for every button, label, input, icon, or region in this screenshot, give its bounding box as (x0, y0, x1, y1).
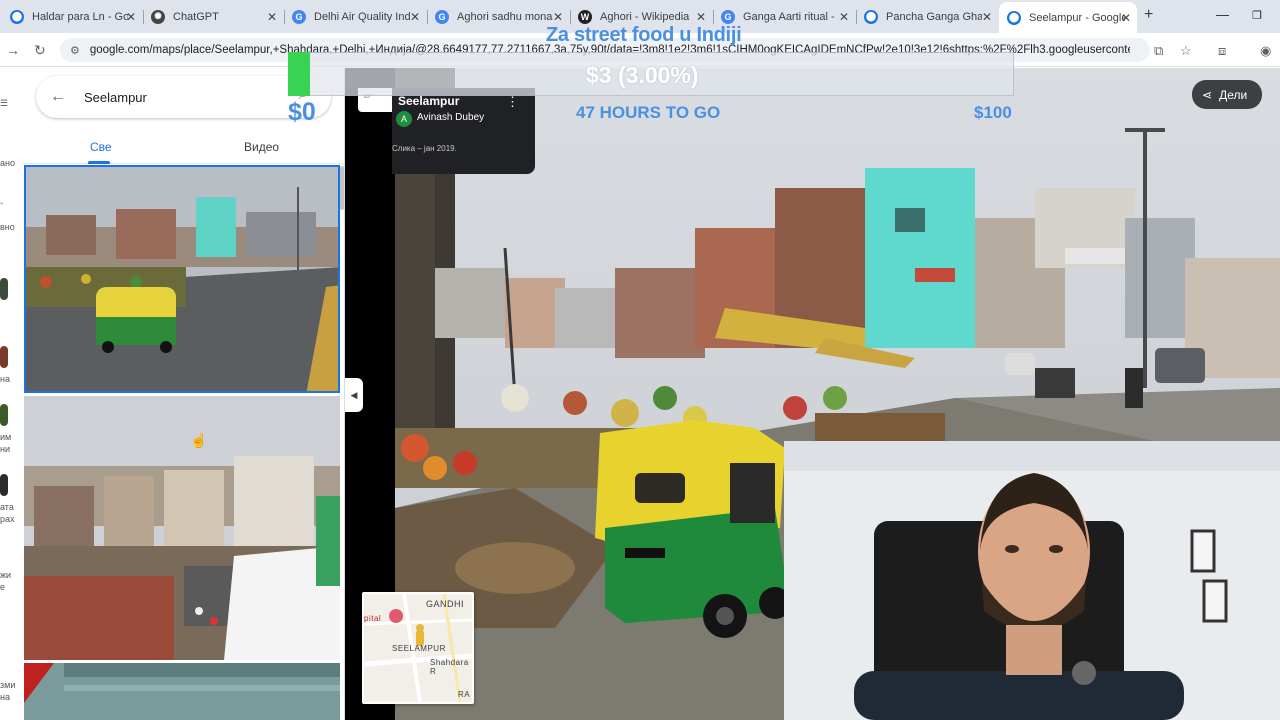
chatgpt-icon: ✺ (151, 9, 165, 24)
place-name[interactable]: Seelampur (398, 94, 459, 108)
goal-amount: $100 (974, 103, 1012, 122)
tab-title: Ganga Aarti ritual - (743, 10, 835, 23)
edge-thumbnail[interactable] (0, 474, 8, 496)
edge-thumbnail[interactable] (0, 404, 8, 426)
tab-title: Pancha Ganga Ghat (886, 10, 982, 23)
browser-tab-active[interactable]: ⬤ Seelampur - Google ✕ (999, 2, 1137, 33)
extensions-icon[interactable]: ⧈ (1218, 43, 1226, 59)
search-input[interactable]: Seelampur (84, 90, 147, 105)
map-label: RA (458, 690, 471, 699)
share-button[interactable]: ⋖ Дели (1192, 80, 1262, 109)
back-arrow-icon[interactable]: ← (50, 88, 66, 106)
wikipedia-icon: W (578, 9, 592, 24)
mini-map[interactable]: GANDHI pital SEELAMPUR Shahdara R RA (362, 592, 474, 704)
photo-thumbnail-selected[interactable] (24, 165, 340, 393)
profile-icon[interactable]: ◉ (1260, 43, 1271, 59)
minimize-icon[interactable]: — (1216, 7, 1229, 22)
time-remaining: 47 HOURS TO GO (576, 103, 721, 122)
share-label: Дели (1219, 87, 1248, 102)
more-options-icon[interactable]: ⋮ (506, 94, 519, 110)
goal-progress-fill (288, 52, 310, 96)
close-tab-icon[interactable]: ✕ (126, 10, 136, 24)
goal-progress-text: $3 (3.00%) (586, 62, 699, 88)
maps-pin-icon: ⬤ (864, 9, 878, 24)
tab-title: ChatGPT (173, 10, 219, 23)
edge-label: им (0, 432, 12, 442)
edge-label: жи (0, 570, 12, 580)
restore-icon[interactable]: ❐ (1252, 9, 1262, 22)
tab-title: Aghori sadhu monas (457, 10, 553, 23)
edge-label: на (0, 692, 10, 702)
map-label: SEELAMPUR (392, 644, 446, 653)
new-tab-icon[interactable]: + (1144, 6, 1153, 24)
tab-all[interactable]: Све (90, 140, 112, 154)
edge-label: ата (0, 502, 14, 512)
webcam-feed (784, 441, 1280, 720)
close-tab-icon[interactable]: ✕ (982, 10, 992, 24)
google-icon: G (292, 9, 306, 24)
tab-title: Delhi Air Quality Ind (314, 10, 410, 23)
photo-date: Слика – јан 2019. (392, 144, 457, 153)
tab-title: Seelampur - Google (1029, 11, 1125, 24)
google-icon: G (721, 9, 735, 24)
close-tab-icon[interactable]: ✕ (1121, 11, 1131, 25)
edge-icon: ◦ (0, 198, 4, 208)
edge-label: ано (0, 158, 15, 168)
browser-tab[interactable]: ✺ ChatGPT ✕ (143, 4, 283, 29)
sidebar-edge: ☰ ано ◦ вно на им ни ата рах жи е зми на (0, 68, 22, 720)
maps-pin-icon: ⬤ (10, 9, 24, 24)
edge-label: рах (0, 514, 15, 524)
photo-info-card: Seelampur ⋮ A Avinash Dubey Слика – јан … (392, 88, 535, 174)
author-name[interactable]: Avinash Dubey (417, 112, 484, 123)
edge-label: на (0, 374, 10, 384)
photo-thumbnail[interactable] (24, 663, 340, 720)
share-icon: ⋖ (1202, 87, 1213, 102)
screen: ⬤ Haldar para Ln - Go ✕ ✺ ChatGPT ✕ G De… (0, 0, 1280, 720)
browser-tab[interactable]: ⬤ Haldar para Ln - Go ✕ (2, 4, 142, 29)
scrollbar[interactable] (340, 166, 344, 210)
amount-raised: $0 (288, 98, 316, 126)
map-label: Shahdara R (430, 658, 469, 676)
mouse-cursor-icon: ☝ (190, 432, 208, 448)
browser-tab[interactable]: G Delhi Air Quality Ind ✕ (284, 4, 426, 29)
edge-icon[interactable]: ☰ (0, 98, 22, 109)
collapse-panel-chevron-icon[interactable]: ◀ (345, 378, 363, 412)
photo-panel: ← Seelampur ⌕ Све Видео (22, 68, 345, 720)
map-label: pital (364, 614, 382, 623)
forward-icon[interactable]: → (6, 42, 20, 58)
tab-title: Haldar para Ln - Go (32, 10, 128, 23)
edge-thumbnail[interactable] (0, 346, 8, 368)
tab-video[interactable]: Видео (244, 140, 279, 154)
edge-label: зми (0, 680, 16, 690)
close-tab-icon[interactable]: ✕ (410, 10, 420, 24)
search-box[interactable]: ← Seelampur ⌕ (36, 76, 331, 118)
reload-icon[interactable]: ↻ (34, 42, 46, 59)
install-app-icon[interactable]: ⧉ (1154, 43, 1163, 59)
close-tab-icon[interactable]: ✕ (267, 10, 277, 24)
close-tab-icon[interactable]: ✕ (839, 10, 849, 24)
tab-title: Aghori - Wikipedia (600, 10, 690, 23)
edge-thumbnail[interactable] (0, 278, 8, 300)
edge-label: вно (0, 222, 15, 232)
author-avatar[interactable]: A (396, 111, 412, 127)
overlay-title: Za street food u Indiji (546, 24, 742, 46)
maps-pin-icon: ⬤ (1007, 10, 1021, 25)
close-tab-icon[interactable]: ✕ (553, 10, 563, 24)
edge-label: ни (0, 444, 10, 454)
edge-label: е (0, 582, 6, 592)
close-tab-icon[interactable]: ✕ (696, 10, 706, 24)
browser-tab[interactable]: ⬤ Pancha Ganga Ghat ✕ (856, 4, 998, 29)
active-tab-indicator (88, 161, 110, 164)
google-icon: G (435, 9, 449, 24)
map-label: GANDHI (426, 599, 465, 609)
site-info-icon[interactable]: ⚙ (70, 44, 80, 57)
bookmark-star-icon[interactable]: ☆ (1180, 43, 1192, 59)
photo-thumbnail[interactable] (24, 396, 340, 660)
photo-tabs: Све Видео (22, 134, 345, 164)
